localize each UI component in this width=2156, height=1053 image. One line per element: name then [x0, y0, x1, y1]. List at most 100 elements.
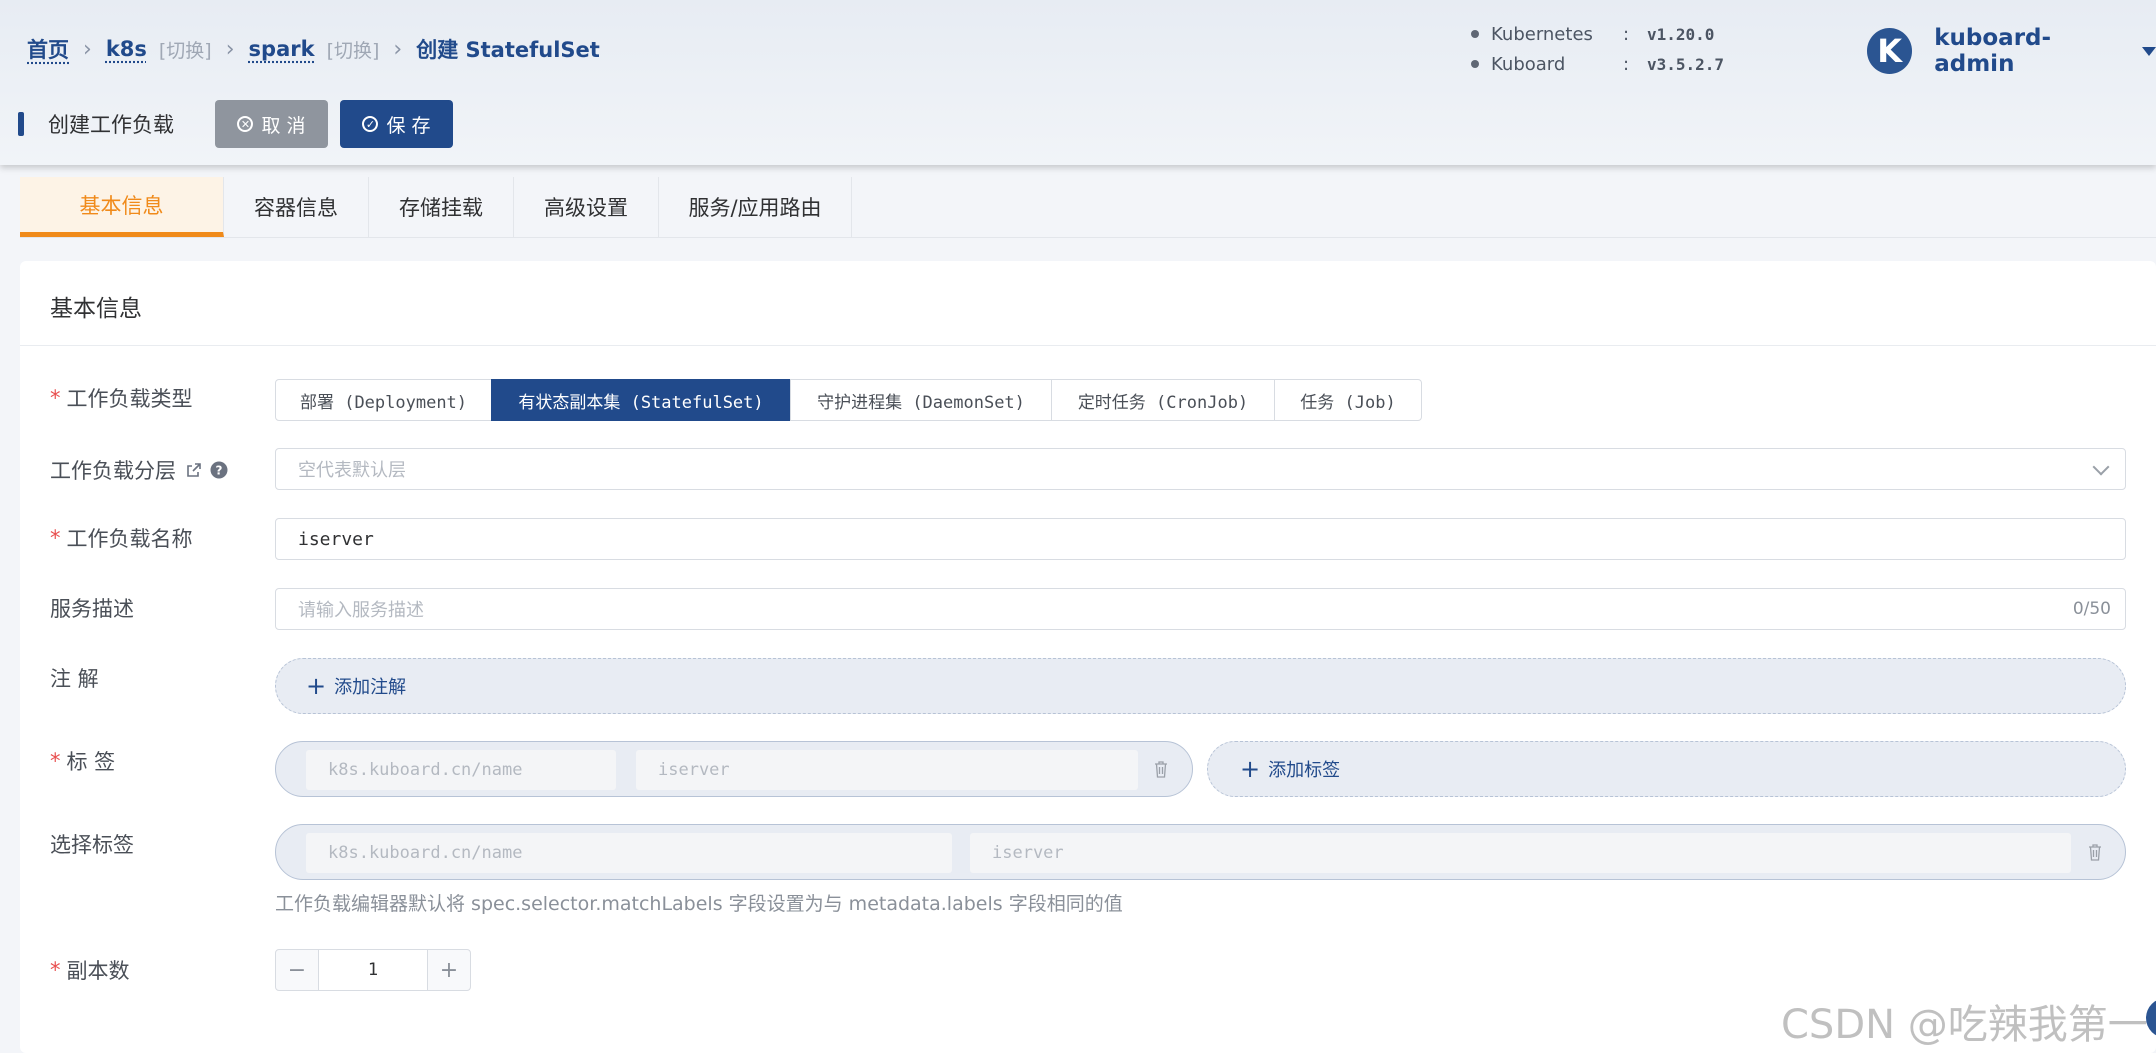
selector-key-input[interactable]: k8s.kuboard.cn/name — [306, 833, 952, 873]
add-label-area: + 添加标签 — [1207, 741, 2126, 797]
selector-help-text: 工作负载编辑器默认将 spec.selector.matchLabels 字段设… — [275, 893, 1123, 915]
user-menu[interactable]: K kuboard-admin — [1867, 25, 2156, 77]
version-info: Kubernetes : v1.20.0 Kuboard : v3.5.2.7 — [1471, 19, 1724, 79]
page-title: 创建工作负载 — [48, 113, 174, 137]
add-label-button[interactable]: + 添加标签 — [1240, 756, 1340, 782]
workload-type-job[interactable]: 任务 (Job) — [1274, 379, 1422, 421]
selector-value-input[interactable]: iserver — [970, 833, 2071, 873]
workload-type-cronjob[interactable]: 定时任务 (CronJob) — [1051, 379, 1275, 421]
workload-name-label: * 工作负载名称 — [50, 523, 193, 553]
basic-info-card: 基本信息 * 工作负载类型 部署 (Deployment) 有状态副本集 (St… — [20, 261, 2156, 1053]
label-value-input[interactable]: iserver — [636, 750, 1138, 790]
selector-label-text: 选择标签 — [50, 833, 134, 857]
trash-icon[interactable] — [1154, 760, 1168, 778]
add-annotation-button[interactable]: + 添加注解 — [306, 673, 406, 699]
title-accent-bar — [18, 112, 24, 136]
chevron-right-icon: › — [225, 36, 235, 62]
user-name[interactable]: kuboard-admin — [1934, 25, 2128, 77]
check-circle-icon: ✓ — [362, 116, 379, 132]
replicas-stepper: − 1 + — [275, 949, 471, 991]
labels-label-text: 标 签 — [66, 750, 116, 774]
breadcrumb-namespace[interactable]: spark — [249, 37, 315, 61]
tab-advanced-settings[interactable]: 高级设置 — [514, 177, 659, 237]
chevron-right-icon: › — [393, 36, 403, 62]
caret-down-icon[interactable] — [2142, 46, 2156, 56]
description-placeholder: 请输入服务描述 — [298, 600, 424, 621]
cluster-switch-link[interactable]: [切换] — [159, 36, 212, 63]
breadcrumb-current: 创建 StatefulSet — [416, 38, 600, 62]
version-name: Kuboard — [1491, 53, 1566, 75]
section-title: 基本信息 — [50, 296, 142, 322]
tab-service-routing[interactable]: 服务/应用路由 — [659, 177, 852, 237]
annotation-label: 注 解 — [50, 663, 99, 693]
tab-storage-mounts[interactable]: 存储挂载 — [369, 177, 514, 237]
close-circle-icon: ✕ — [237, 116, 254, 132]
plus-icon: + — [1240, 755, 1261, 783]
tab-container-info[interactable]: 容器信息 — [224, 177, 369, 237]
required-mark: * — [50, 526, 61, 550]
watermark: CSDN @吃辣我第一 — [1781, 1002, 2148, 1048]
top-header: 首页 › k8s [切换] › spark [切换] › 创建 Stateful… — [0, 0, 2156, 165]
workload-layer-label-text: 工作负载分层 — [50, 459, 176, 483]
required-mark: * — [50, 958, 61, 982]
required-mark: * — [50, 386, 61, 410]
workload-type-label-text: 工作负载类型 — [66, 387, 193, 411]
save-button-label: 保 存 — [386, 114, 431, 137]
version-value: v1.20.0 — [1647, 24, 1715, 44]
version-colon: : — [1623, 23, 1630, 45]
save-button[interactable]: ✓ 保 存 — [340, 100, 453, 148]
namespace-switch-link[interactable]: [切换] — [327, 36, 380, 63]
selector-entry: k8s.kuboard.cn/name iserver — [275, 824, 2126, 880]
description-label: 服务描述 — [50, 593, 134, 623]
external-link-icon[interactable] — [186, 462, 202, 478]
labels-label: * 标 签 — [50, 746, 115, 776]
help-icon[interactable]: ? — [210, 461, 228, 479]
chevron-down-icon — [2092, 458, 2110, 476]
workload-type-label: * 工作负载类型 — [50, 383, 193, 413]
annotation-area: + 添加注解 — [275, 658, 2126, 714]
cancel-button[interactable]: ✕ 取 消 — [215, 100, 328, 148]
version-row-kubernetes: Kubernetes : v1.20.0 — [1471, 19, 1724, 49]
replicas-input[interactable]: 1 — [319, 949, 427, 991]
breadcrumb: 首页 › k8s [切换] › spark [切换] › 创建 Stateful… — [27, 33, 600, 65]
workload-name-value: iserver — [298, 528, 374, 550]
breadcrumb-cluster[interactable]: k8s — [106, 37, 147, 61]
workload-type-deployment[interactable]: 部署 (Deployment) — [275, 379, 492, 421]
version-value: v3.5.2.7 — [1647, 54, 1725, 74]
replicas-label-text: 副本数 — [66, 959, 130, 983]
version-colon: : — [1623, 53, 1630, 75]
selector-label: 选择标签 — [50, 829, 134, 859]
bullet-icon — [1471, 30, 1479, 38]
breadcrumb-home[interactable]: 首页 — [27, 34, 69, 64]
bullet-icon — [1471, 60, 1479, 68]
required-mark: * — [50, 749, 61, 773]
replicas-label: * 副本数 — [50, 955, 130, 985]
tab-basic-info[interactable]: 基本信息 — [20, 177, 224, 237]
workload-name-input[interactable]: iserver — [275, 518, 2126, 560]
label-key-input[interactable]: k8s.kuboard.cn/name — [306, 750, 616, 790]
description-input[interactable]: 请输入服务描述 0/50 — [275, 588, 2126, 630]
workload-name-label-text: 工作负载名称 — [66, 527, 193, 551]
increment-button[interactable]: + — [427, 949, 471, 991]
avatar[interactable]: K — [1867, 28, 1913, 74]
version-name: Kubernetes — [1491, 23, 1593, 45]
add-annotation-label: 添加注解 — [334, 677, 407, 698]
action-bar: 创建工作负载 ✕ 取 消 ✓ 保 存 — [18, 100, 453, 148]
description-label-text: 服务描述 — [50, 597, 134, 621]
trash-icon[interactable] — [2088, 843, 2102, 861]
cancel-button-label: 取 消 — [261, 114, 306, 137]
label-entry: k8s.kuboard.cn/name iserver — [275, 741, 1193, 797]
svg-text:?: ? — [216, 464, 223, 478]
workload-type-statefulset[interactable]: 有状态副本集 (StatefulSet) — [491, 379, 791, 421]
version-row-kuboard: Kuboard : v3.5.2.7 — [1471, 49, 1724, 79]
workload-layer-label: 工作负载分层 ? — [50, 455, 228, 485]
workload-type-selector: 部署 (Deployment) 有状态副本集 (StatefulSet) 守护进… — [275, 379, 1422, 421]
workload-layer-select[interactable]: 空代表默认层 — [275, 448, 2126, 490]
char-counter: 0/50 — [2072, 599, 2111, 619]
tab-bar: 基本信息 容器信息 存储挂载 高级设置 服务/应用路由 — [20, 177, 2156, 238]
chevron-right-icon: › — [83, 36, 92, 62]
workload-type-daemonset[interactable]: 守护进程集 (DaemonSet) — [790, 379, 1052, 421]
divider — [20, 345, 2156, 346]
decrement-button[interactable]: − — [275, 949, 319, 991]
plus-icon: + — [306, 672, 327, 700]
